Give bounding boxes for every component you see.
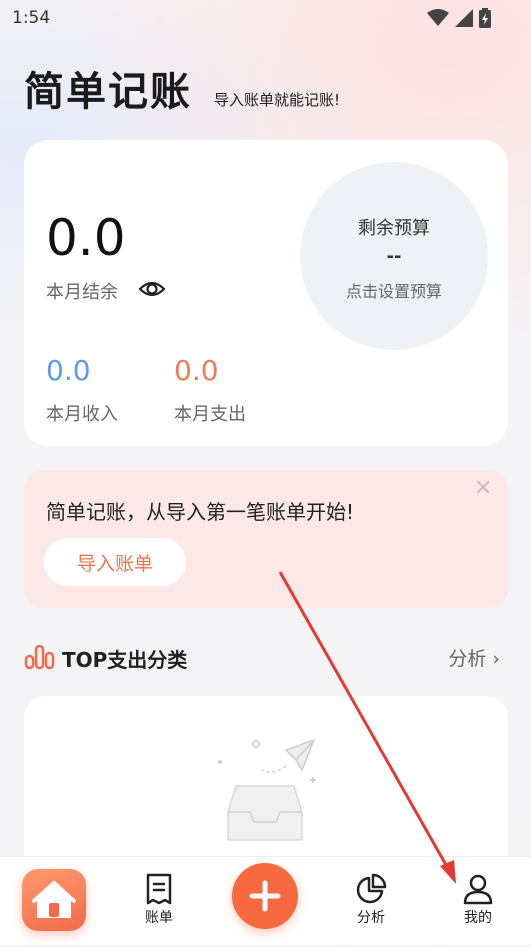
import-banner-text: 简单记账，从导入第一笔账单开始! (46, 500, 355, 524)
home-icon (32, 881, 76, 918)
nav-profile[interactable]: 我的 (443, 873, 513, 927)
signal-icon (455, 9, 473, 27)
balance-value: 0.0 (46, 209, 126, 267)
app-subtitle: 导入账单就能记账! (214, 91, 341, 109)
eye-icon[interactable] (138, 276, 166, 302)
add-record-button[interactable] (232, 863, 298, 929)
income-value: 0.0 (46, 354, 91, 387)
nav-bills[interactable]: 账单 (124, 873, 194, 927)
bill-icon (146, 873, 172, 905)
status-bar: 1:54 (0, 0, 531, 36)
budget-circle[interactable]: 剩余预算 -- 点击设置预算 (300, 162, 488, 350)
wifi-icon (427, 9, 449, 26)
plus-icon (249, 880, 281, 912)
nav-profile-label: 我的 (464, 910, 492, 926)
bottom-nav: 账单 分析 我的 (0, 856, 531, 945)
nav-home[interactable] (22, 869, 86, 931)
user-icon (463, 874, 493, 905)
budget-hint: 点击设置预算 (345, 282, 442, 301)
expense-value: 0.0 (174, 354, 219, 387)
income-label: 本月收入 (46, 404, 118, 425)
balance-label: 本月结余 (46, 282, 118, 303)
empty-tray-icon (218, 738, 316, 841)
import-banner: 简单记账，从导入第一笔账单开始! × 导入账单 (24, 470, 508, 608)
analysis-link[interactable]: 分析 › (448, 644, 500, 671)
app-title: 简单记账 (24, 69, 192, 115)
expense-label: 本月支出 (174, 404, 246, 425)
monthly-summary-card: 0.0 本月结余 0.0 本月收入 0.0 本月支出 剩余预算 -- 点击设置预… (24, 140, 508, 446)
pie-chart-icon (356, 873, 387, 904)
budget-value: -- (386, 246, 402, 267)
import-bill-button[interactable]: 导入账单 (44, 538, 186, 586)
budget-title: 剩余预算 (358, 218, 430, 239)
nav-analysis[interactable]: 分析 (336, 873, 406, 927)
bar-chart-icon (24, 644, 55, 670)
close-icon[interactable]: × (474, 477, 494, 499)
top-expense-title: TOP支出分类 (62, 648, 188, 672)
battery-icon (479, 8, 491, 28)
nav-bills-label: 账单 (145, 910, 173, 926)
status-time: 1:54 (12, 8, 51, 28)
nav-analysis-label: 分析 (357, 910, 385, 926)
top-expense-header: TOP支出分类 分析 › (24, 642, 508, 672)
status-icons (427, 8, 491, 28)
header: 简单记账 导入账单就能记账! (24, 68, 340, 116)
